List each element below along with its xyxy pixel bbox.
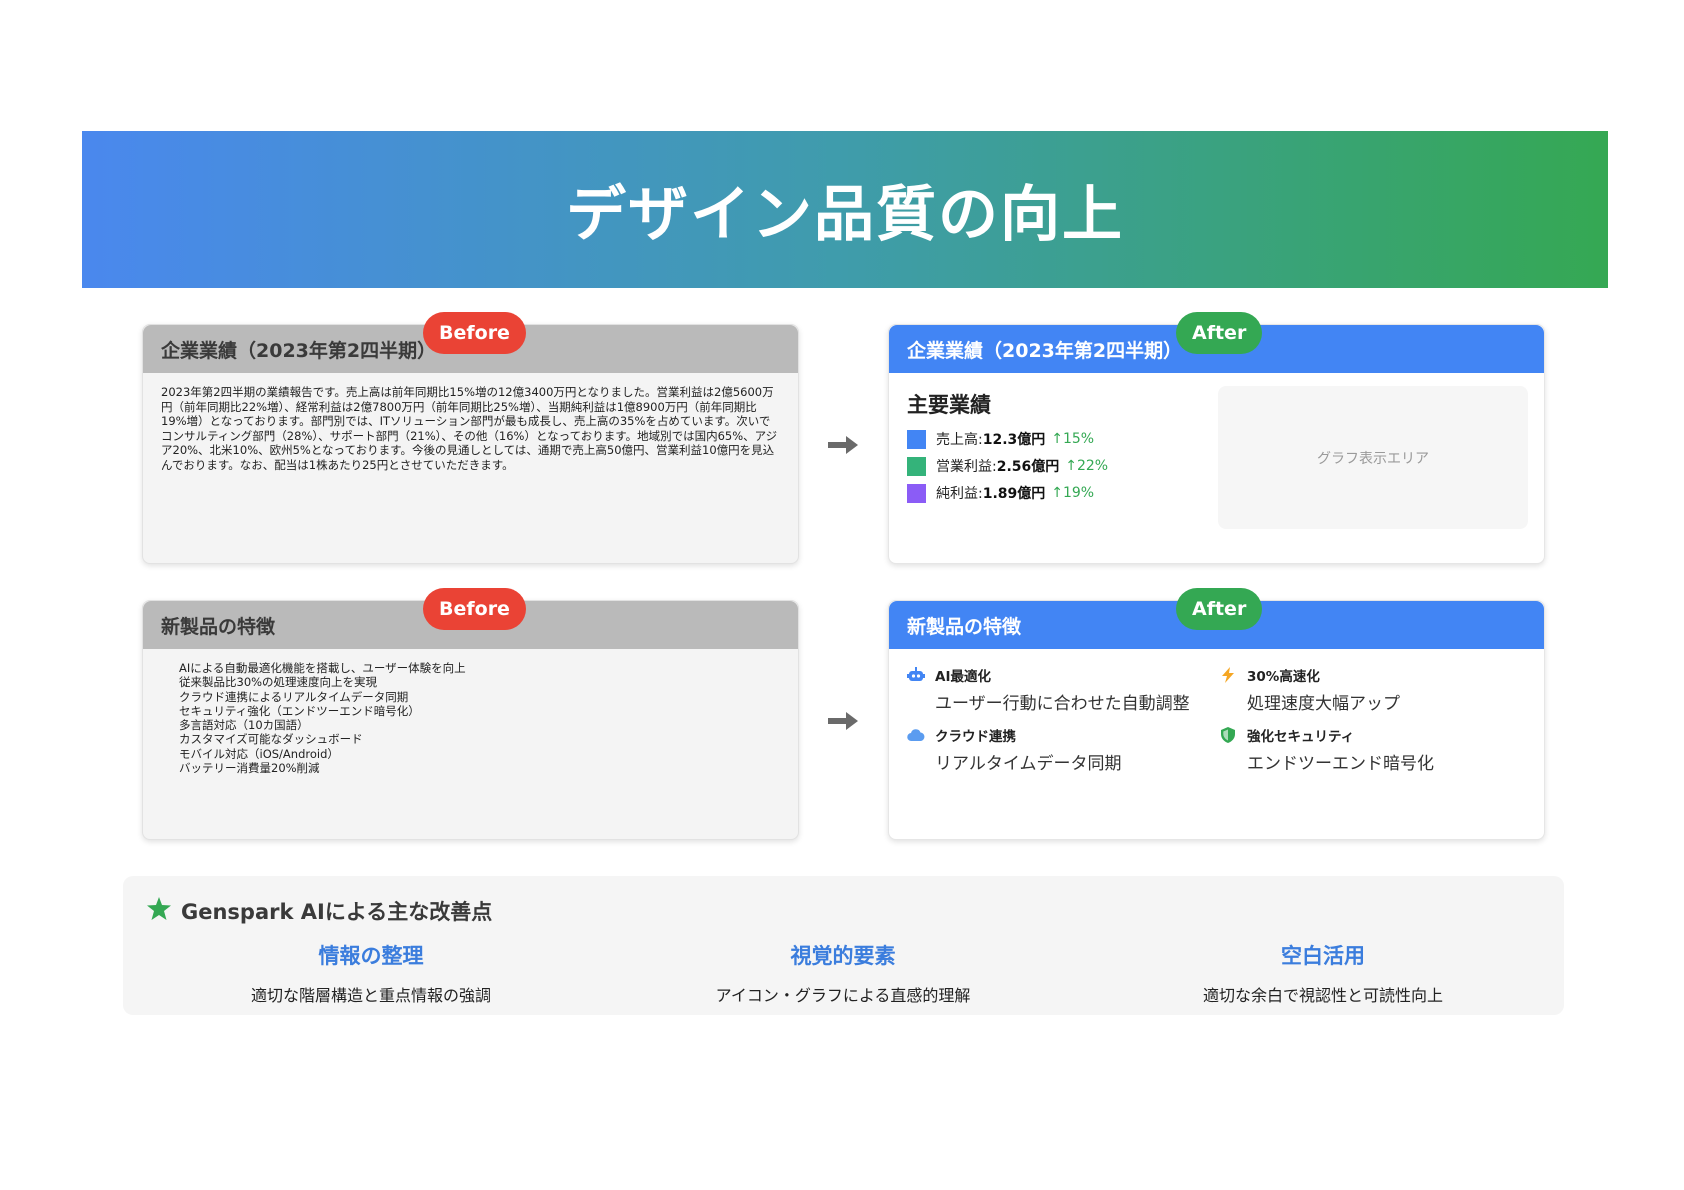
metric-label: 売上高: [936, 432, 983, 448]
after-card-features: 新製品の特徴 After AI最適化 ユーザー行動に合わせた自動調整 30%高速… [888, 588, 1545, 840]
list-item: 従来製品比30%の処理速度向上を実現 [179, 675, 378, 690]
arrow-right-icon [826, 434, 860, 454]
metric-label: 純利益: [936, 486, 983, 502]
list-item: カスタマイズ可能なダッシュボード [179, 732, 363, 747]
feature-title: クラウド連携 [935, 729, 1016, 745]
feature-description: 処理速度大幅アップ [1247, 694, 1400, 714]
feature-title: 30%高速化 [1247, 669, 1320, 685]
bolt-icon [1219, 667, 1237, 683]
metric-sales: 売上高: 12.3億円 ↑15% [907, 429, 1094, 449]
feature-description: リアルタイムデータ同期 [935, 754, 1122, 774]
list-item: バッテリー消費量20%削減 [179, 761, 320, 776]
metric-net-profit: 純利益: 1.89億円 ↑19% [907, 483, 1094, 503]
page-title: デザイン品質の向上 [566, 180, 1124, 250]
feature-title: 強化セキュリティ [1247, 729, 1355, 745]
metrics-title: 主要業績 [907, 393, 991, 417]
feature-list: AIによる自動最適化機能を搭載し、ユーザー体験を向上 従来製品比30%の処理速度… [143, 649, 798, 787]
summary-point-visual: 視覚的要素 アイコン・グラフによる直感的理解 [653, 940, 1033, 1006]
improvement-summary: Genspark AIによる主な改善点 情報の整理 適切な階層構造と重点情報の強… [123, 876, 1564, 1015]
point-title: 空白活用 [1281, 944, 1365, 968]
point-description: アイコン・グラフによる直感的理解 [715, 986, 971, 1005]
metric-change: ↑22% [1065, 458, 1109, 474]
after-badge: After [1176, 312, 1263, 354]
graph-placeholder-text: グラフ表示エリア [1317, 450, 1429, 467]
after-card-performance: 企業業績（2023年第2四半期） After 主要業績 売上高: 12.3億円 … [888, 312, 1545, 564]
point-title: 視覚的要素 [790, 944, 896, 968]
metric-value: 1.89億円 [982, 486, 1046, 502]
list-item: AIによる自動最適化機能を搭載し、ユーザー体験を向上 [179, 661, 466, 675]
card-title: 新製品の特徴 [161, 615, 276, 638]
card-title: 企業業績（2023年第2四半期） [907, 339, 1183, 362]
arrow-right-icon [826, 710, 860, 730]
title-banner: デザイン品質の向上 [82, 131, 1608, 288]
star-icon [147, 896, 171, 926]
card-title: 新製品の特徴 [907, 615, 1022, 638]
summary-point-organization: 情報の整理 適切な階層構造と重点情報の強調 [181, 940, 561, 1006]
feature-description: ユーザー行動に合わせた自動調整 [935, 694, 1190, 714]
list-item: 多言語対応（10カ国語） [179, 718, 309, 733]
metric-value: 12.3億円 [982, 432, 1046, 448]
point-description: 適切な階層構造と重点情報の強調 [250, 986, 491, 1005]
color-swatch [907, 456, 926, 476]
color-swatch [907, 429, 926, 449]
before-card-features: 新製品の特徴 Before AIによる自動最適化機能を搭載し、ユーザー体験を向上… [142, 588, 799, 840]
summary-title: Genspark AIによる主な改善点 [147, 896, 492, 926]
metric-value: 2.56億円 [996, 459, 1060, 475]
cloud-icon [907, 727, 925, 743]
list-item: モバイル対応（iOS/Android） [179, 746, 339, 761]
metric-change: ↑15% [1051, 431, 1095, 447]
metric-label: 営業利益: [936, 459, 997, 475]
before-badge: Before [423, 312, 526, 354]
feature-title: AI最適化 [935, 669, 991, 685]
robot-icon [907, 667, 925, 683]
point-title: 情報の整理 [318, 944, 424, 968]
feature-cloud: クラウド連携 リアルタイムデータ同期 [907, 725, 1122, 774]
list-item: クラウド連携によるリアルタイムデータ同期 [179, 689, 409, 704]
feature-ai-optimization: AI最適化 ユーザー行動に合わせた自動調整 [907, 665, 1190, 714]
before-badge: Before [423, 588, 526, 630]
point-description: 適切な余白で視認性と可読性向上 [1202, 986, 1443, 1005]
list-item: セキュリティ強化（エンドツーエンド暗号化） [179, 703, 420, 718]
feature-speed: 30%高速化 処理速度大幅アップ [1219, 665, 1400, 714]
after-badge: After [1176, 588, 1263, 630]
shield-icon [1219, 727, 1237, 743]
before-card-performance: 企業業績（2023年第2四半期） Before 2023年第2四半期の業績報告で… [142, 312, 799, 564]
color-swatch [907, 483, 926, 503]
performance-report-text: 2023年第2四半期の業績報告です。売上高は前年同期比15%増の12億3400万… [161, 385, 778, 472]
metric-change: ↑19% [1051, 485, 1095, 501]
feature-description: エンドツーエンド暗号化 [1247, 754, 1434, 774]
metric-operating-profit: 営業利益: 2.56億円 ↑22% [907, 456, 1108, 476]
summary-point-whitespace: 空白活用 適切な余白で視認性と可読性向上 [1133, 940, 1513, 1006]
card-title: 企業業績（2023年第2四半期） [161, 339, 437, 362]
summary-title-text: Genspark AIによる主な改善点 [181, 900, 493, 924]
feature-security: 強化セキュリティ エンドツーエンド暗号化 [1219, 725, 1434, 774]
graph-placeholder: グラフ表示エリア [1218, 386, 1528, 529]
